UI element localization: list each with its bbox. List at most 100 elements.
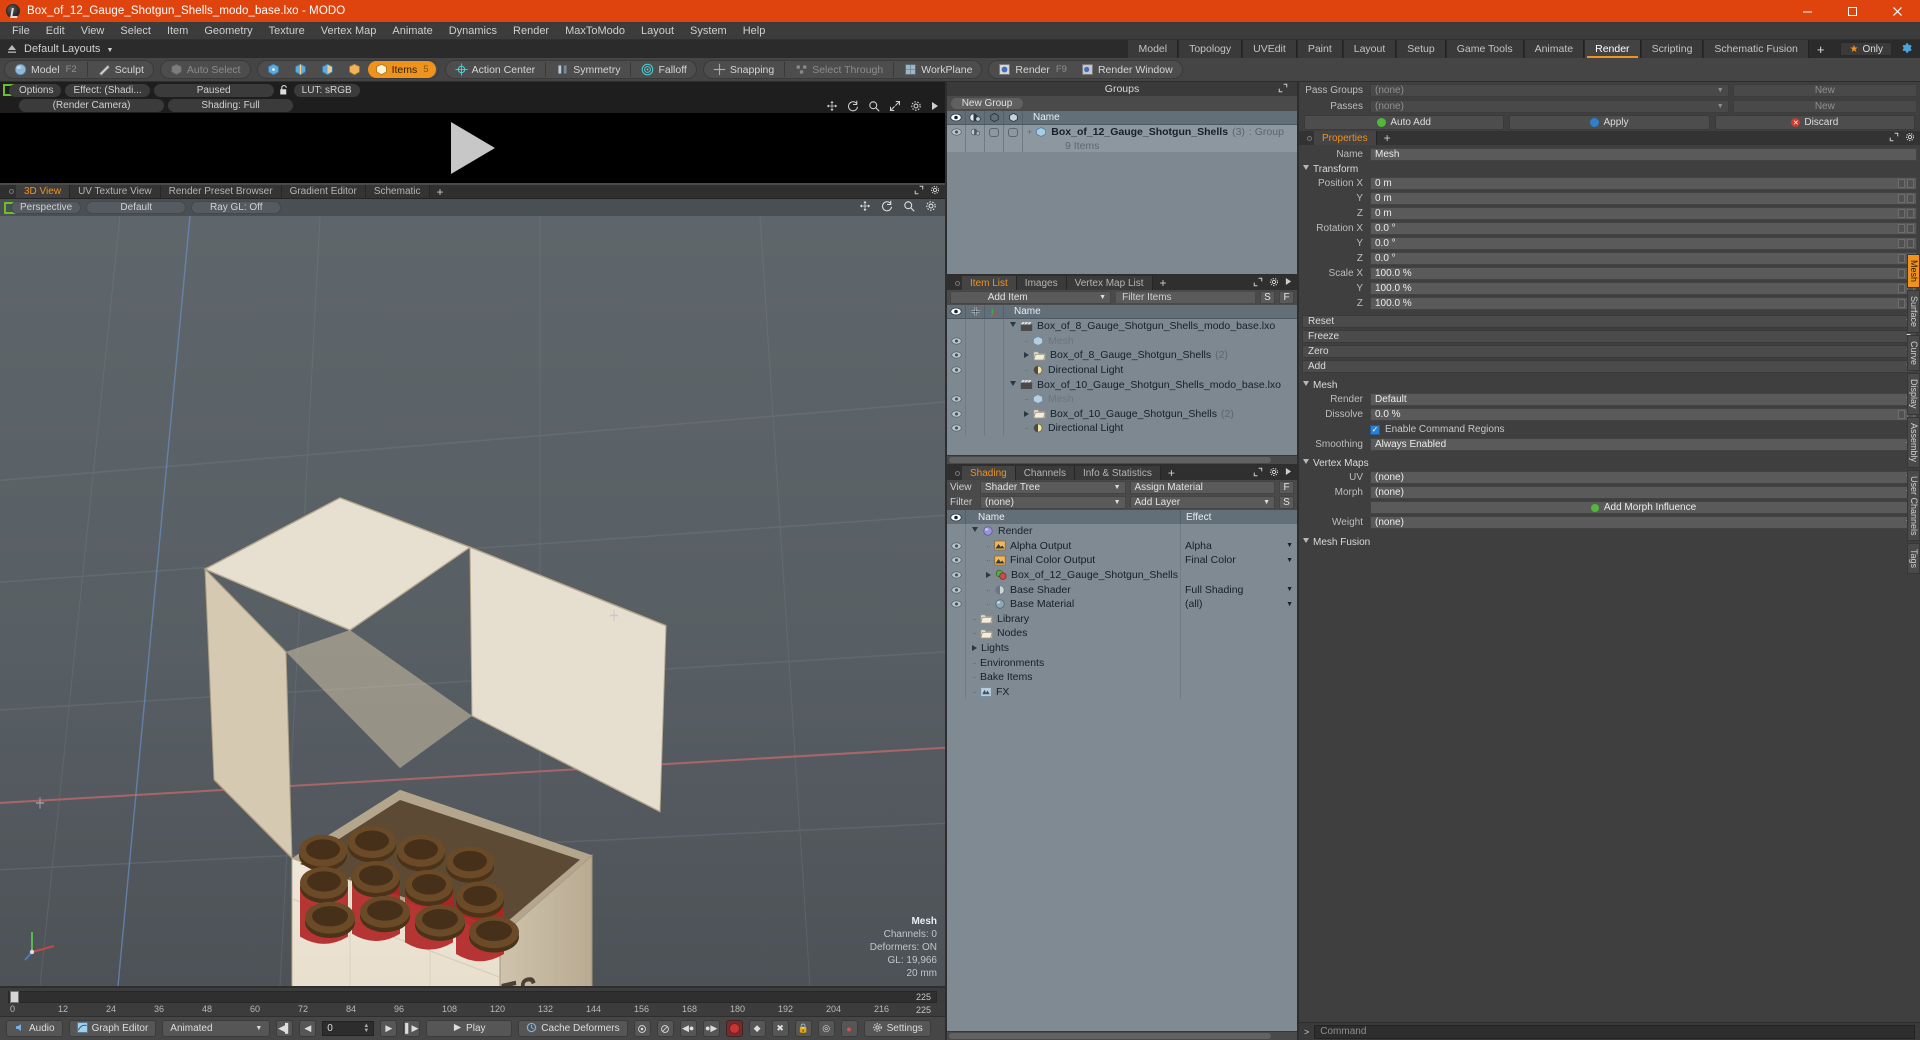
uv-dropdown[interactable]: (none) ▼: [1370, 471, 1917, 484]
animated-dropdown[interactable]: Animated ▼: [162, 1020, 271, 1037]
channel-filter-button[interactable]: ◎: [817, 1020, 835, 1037]
shading-row-name[interactable]: Render: [966, 524, 1181, 539]
menu-item-geometry[interactable]: Geometry: [196, 22, 260, 40]
spinner-down-icon[interactable]: ▼: [363, 1028, 369, 1034]
layout-tab-layout[interactable]: Layout: [1342, 40, 1397, 58]
chevron-right-icon[interactable]: [1024, 410, 1029, 417]
row-visibility-toggle[interactable]: [947, 421, 966, 436]
zero-button[interactable]: Zero ▼: [1302, 345, 1917, 358]
record-button[interactable]: [725, 1020, 743, 1037]
layout-tab-topology[interactable]: Topology: [1178, 40, 1243, 58]
table-row[interactable]: ·· Environments: [947, 655, 1297, 670]
preview-paused-button[interactable]: Paused: [153, 83, 274, 97]
step-forward-button[interactable]: ▶: [380, 1020, 398, 1037]
menu-item-view[interactable]: View: [73, 22, 113, 40]
play-icon[interactable]: [450, 122, 495, 174]
stepper-icons[interactable]: [1898, 239, 1914, 248]
maximize-button[interactable]: [1830, 0, 1875, 22]
shader-view-dropdown[interactable]: Shader Tree ▼: [980, 481, 1126, 494]
menu-item-render[interactable]: Render: [505, 22, 557, 40]
shading-row-name[interactable]: ·· Environments: [966, 655, 1181, 670]
layout-tab-schematic-fusion[interactable]: Schematic Fusion: [1703, 40, 1809, 58]
chevron-down-icon[interactable]: ▼: [1286, 601, 1297, 608]
row-lock-cell[interactable]: [966, 333, 985, 349]
shading-row-name[interactable]: ·· FX: [966, 684, 1181, 700]
item-row-name[interactable]: ·· Directional Light: [1004, 422, 1297, 434]
viewport-tab-dot[interactable]: [6, 185, 16, 198]
viewport-3d[interactable]: 10 CARTRIDGES 12 GAUGE: [0, 216, 945, 986]
preview-shading-dropdown[interactable]: Shading: Full: [168, 99, 293, 112]
row-transform-cell[interactable]: [985, 333, 1004, 349]
table-row[interactable]: ·· Bake Items: [947, 669, 1297, 685]
shading-row-name[interactable]: ·· Alpha Output: [966, 538, 1181, 554]
key-all-button[interactable]: [633, 1020, 651, 1037]
shading-filter-dropdown[interactable]: (none) ▼: [980, 496, 1126, 509]
preview-effect-dropdown[interactable]: Effect: (Shadi...: [65, 83, 150, 97]
item-row-name[interactable]: ·· Mesh: [1004, 335, 1297, 347]
properties-dot[interactable]: [1304, 131, 1314, 145]
discard-button[interactable]: ✕ Discard: [1714, 115, 1915, 130]
layout-tab-animate[interactable]: Animate: [1523, 40, 1585, 58]
close-button[interactable]: [1875, 0, 1920, 22]
enable-command-regions-checkbox[interactable]: ✓ Enable Command Regions: [1370, 424, 1917, 435]
row-lock-cell[interactable]: [966, 319, 985, 334]
polygon-mode-button[interactable]: [314, 61, 341, 78]
stepper-icons[interactable]: [1898, 209, 1914, 218]
chevron-down-icon[interactable]: ▼: [1286, 586, 1297, 593]
viewport-projection-dropdown[interactable]: Perspective: [11, 201, 82, 214]
row-visibility-toggle[interactable]: [947, 125, 966, 140]
table-row[interactable]: ·· Mesh: [947, 333, 1297, 349]
item-row-name[interactable]: ·· Directional Light: [1004, 364, 1297, 376]
table-row[interactable]: ·· Directional Light: [947, 362, 1297, 378]
edge-mode-button[interactable]: [287, 61, 314, 78]
zoom-icon[interactable]: [868, 100, 880, 115]
snapping-button[interactable]: Snapping: [706, 61, 781, 78]
tab-vertex-map-list[interactable]: Vertex Map List: [1066, 276, 1153, 290]
model-mode-button[interactable]: Model F2: [7, 61, 84, 78]
table-row[interactable]: ·· Nodes: [947, 626, 1297, 641]
menu-item-system[interactable]: System: [682, 22, 735, 40]
tab-channels[interactable]: Channels: [1015, 466, 1075, 480]
vertex-maps-section-header[interactable]: Vertex Maps: [1299, 456, 1920, 470]
shading-row-name[interactable]: ·· Final Color Output: [966, 553, 1181, 568]
table-row[interactable]: ·· Alpha Output Alpha ▼: [947, 538, 1297, 554]
menu-item-vertex-map[interactable]: Vertex Map: [313, 22, 385, 40]
layout-tab-paint[interactable]: Paint: [1296, 40, 1343, 58]
row-wire-toggle[interactable]: [985, 125, 1004, 140]
mesh-fusion-section-header[interactable]: Mesh Fusion: [1299, 535, 1920, 549]
layout-expand-icon[interactable]: [6, 43, 18, 55]
transform-row-field[interactable]: 0 m: [1370, 192, 1917, 205]
table-row[interactable]: ·· Base Shader Full Shading ▼: [947, 582, 1297, 597]
transform-section-header[interactable]: Transform: [1299, 162, 1920, 176]
add-item-tab-button[interactable]: +: [1153, 276, 1174, 290]
item-list-dot[interactable]: [952, 276, 962, 290]
key-create-button[interactable]: ◆: [748, 1020, 766, 1037]
symmetry-button[interactable]: Symmetry: [549, 61, 627, 78]
menu-arrow-icon[interactable]: [931, 101, 939, 114]
layout-tab-uvedit[interactable]: UVEdit: [1242, 40, 1297, 58]
row-visibility-toggle[interactable]: [947, 348, 966, 363]
side-tab-tags[interactable]: Tags: [1907, 543, 1920, 575]
assign-material-button[interactable]: Assign Material: [1129, 481, 1275, 494]
side-tab-mesh[interactable]: Mesh: [1907, 254, 1920, 289]
stepper-icons[interactable]: [1898, 194, 1914, 203]
key-none-button[interactable]: [656, 1020, 674, 1037]
side-tab-surface[interactable]: Surface: [1907, 290, 1920, 334]
shading-list-body[interactable]: Render ·· Alpha Output Alpha ▼ ·· Final Color …: [947, 524, 1297, 1031]
table-row[interactable]: Box_of_8_Gauge_Shotgun_Shells_modo_base.…: [947, 319, 1297, 334]
menu-item-texture[interactable]: Texture: [261, 22, 313, 40]
rotate-icon[interactable]: [847, 100, 859, 115]
row-transform-cell[interactable]: [985, 362, 1004, 378]
lock-icon[interactable]: [278, 84, 290, 96]
item-list-body[interactable]: Box_of_8_Gauge_Shotgun_Shells_modo_base.…: [947, 319, 1297, 455]
layout-tab-game-tools[interactable]: Game Tools: [1445, 40, 1524, 58]
item-row-name[interactable]: Box_of_10_Gauge_Shotgun_Shells_modo_base…: [1004, 379, 1297, 391]
tab-item-list[interactable]: Item List: [962, 276, 1017, 290]
gear-icon[interactable]: [1905, 132, 1915, 145]
tab-shading[interactable]: Shading: [962, 466, 1016, 480]
expand-icon[interactable]: [1253, 277, 1263, 290]
viewport-style-dropdown[interactable]: Default: [86, 201, 187, 214]
row-lock-cell[interactable]: [966, 348, 985, 363]
shading-hscrollbar[interactable]: [947, 1031, 1297, 1040]
weight-dropdown[interactable]: (none) ▼: [1370, 516, 1917, 529]
